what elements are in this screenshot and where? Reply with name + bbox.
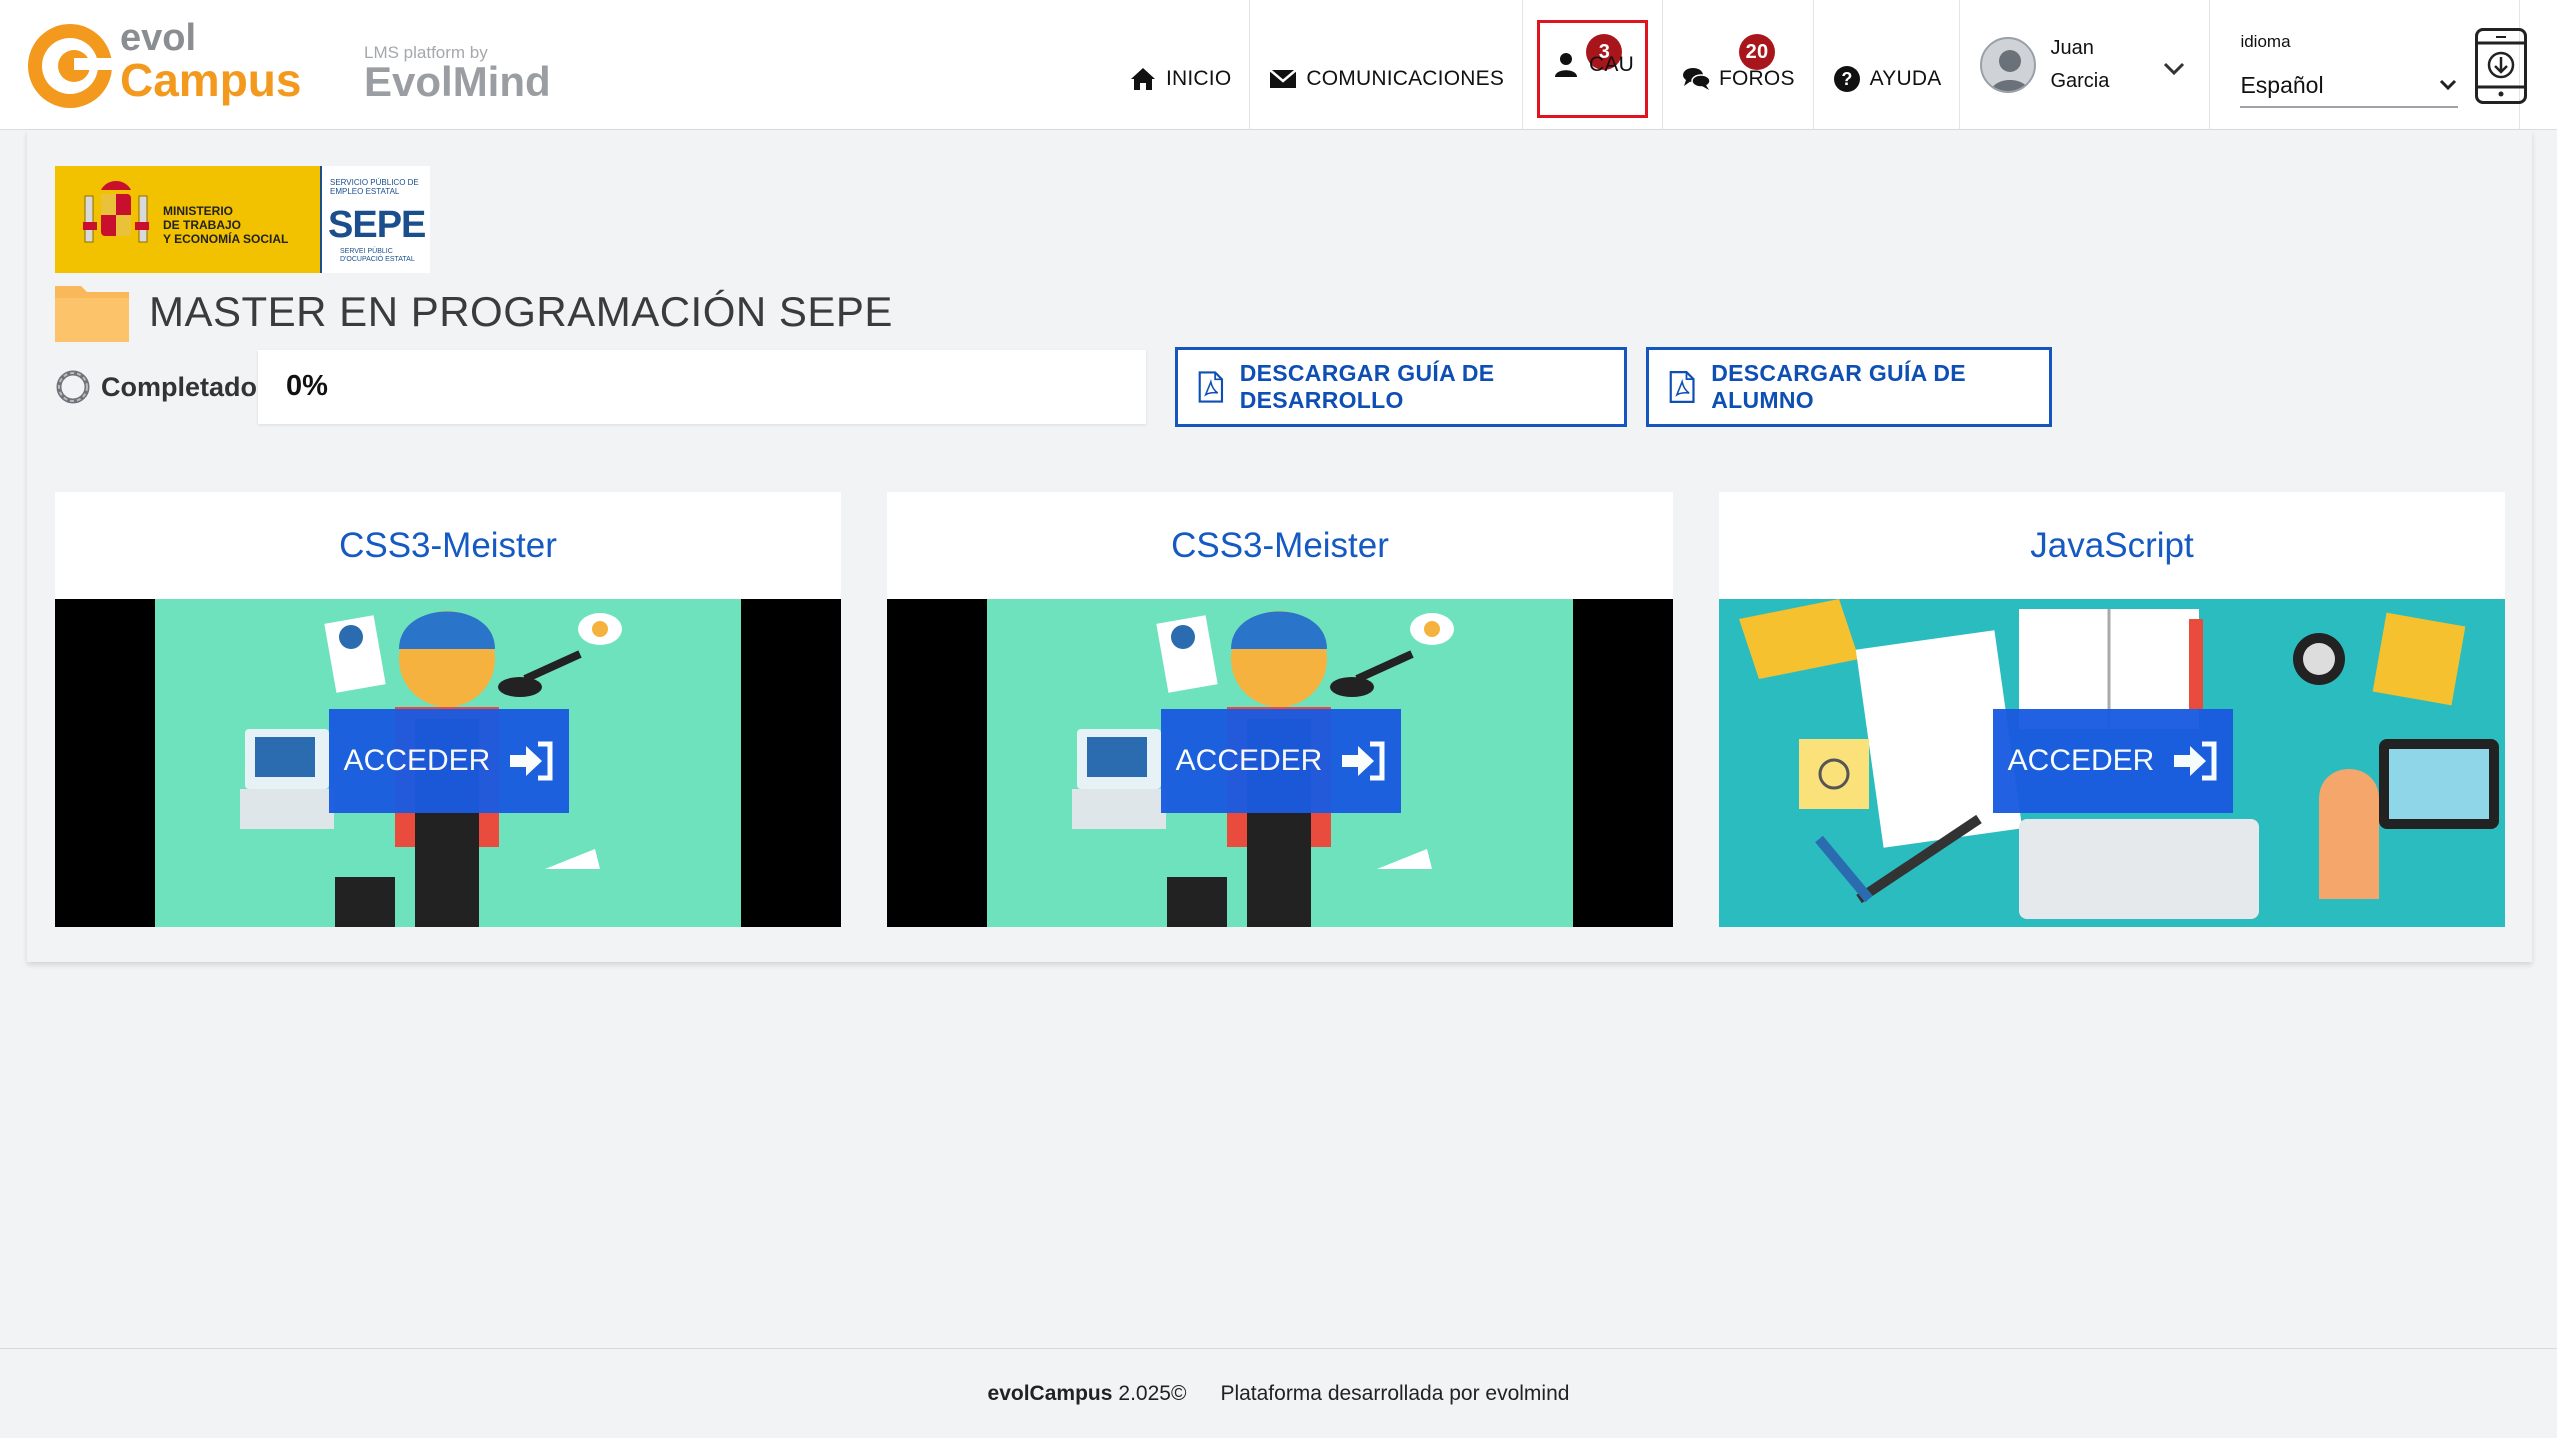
user-last-name: Garcia xyxy=(2050,70,2110,92)
pdf-icon xyxy=(1198,371,1224,403)
footer-version: 2.025© xyxy=(1118,1381,1187,1405)
chat-icon xyxy=(1681,64,1711,94)
user-name: Juan Garcia xyxy=(2050,32,2109,98)
ministerio-line-1: MINISTERIO xyxy=(163,204,234,218)
nav-cau-label: CAU xyxy=(1589,53,1634,76)
pdf-icon xyxy=(1669,371,1695,403)
language-value: Español xyxy=(2240,71,2324,98)
folder-icon xyxy=(55,282,129,342)
course-header: MASTER EN PROGRAMACIÓN SEPE xyxy=(55,280,893,344)
coat-of-arms-icon xyxy=(83,181,149,243)
evolcampus-logo[interactable]: evol Campus LMS platform by EvolMind xyxy=(24,16,584,116)
nav-comunicaciones-label: COMUNICACIONES xyxy=(1306,67,1505,90)
logo-evol-text: evol xyxy=(120,17,196,59)
acceder-button[interactable]: ACCEDER xyxy=(1993,709,2233,813)
sign-in-icon xyxy=(510,741,553,781)
sign-in-icon xyxy=(1342,741,1385,781)
progress-row: Completado 0% xyxy=(55,350,1146,424)
logo-evolmind-text: EvolMind xyxy=(364,58,551,105)
download-student-guide-button[interactable]: DESCARGAR GUÍA DE ALUMNO xyxy=(1646,347,2052,427)
footer-brand: evolCampus xyxy=(987,1381,1113,1405)
acceder-button[interactable]: ACCEDER xyxy=(1161,709,1401,813)
acceder-label: ACCEDER xyxy=(2007,744,2155,777)
user-icon xyxy=(1551,50,1581,80)
chevron-down-icon xyxy=(2440,79,2457,91)
chevron-down-icon[interactable] xyxy=(2163,62,2185,76)
envelope-icon xyxy=(1268,64,1298,94)
module-title[interactable]: JavaScript xyxy=(1719,492,2505,599)
language-selector: idioma Español xyxy=(2210,0,2521,130)
sepe-top-text: SERVICIO PÚBLICO DE EMPLEO ESTATAL xyxy=(330,178,419,196)
help-icon: ? xyxy=(1832,64,1862,94)
module-card: CSS3-Meister ACCEDER xyxy=(887,492,1673,927)
module-image: ACCEDER xyxy=(887,599,1673,927)
language-select[interactable]: Español xyxy=(2240,64,2459,108)
module-title[interactable]: CSS3-Meister xyxy=(55,492,841,599)
download-dev-guide-label: DESCARGAR GUÍA DE DESARROLLO xyxy=(1239,360,1495,413)
footer: evolCampus 2.025© Plataforma desarrollad… xyxy=(0,1348,2557,1438)
nav-comunicaciones[interactable]: 3 COMUNICACIONES xyxy=(1250,0,1623,130)
avatar xyxy=(1980,37,2037,93)
nav-foros[interactable]: 20 FOROS xyxy=(1661,0,1814,130)
progress-ring-icon xyxy=(56,370,90,404)
module-image: ACCEDER xyxy=(1719,599,2505,927)
nav-cau[interactable]: CAU xyxy=(1537,20,1648,118)
sponsor-logo: MINISTERIO DE TRABAJO Y ECONOMÍA SOCIAL … xyxy=(55,166,430,273)
ministerio-line-2: DE TRABAJO xyxy=(163,218,242,232)
module-title[interactable]: CSS3-Meister xyxy=(887,492,1673,599)
ministerio-line-3: Y ECONOMÍA SOCIAL xyxy=(163,232,289,246)
nav-foros-label: FOROS xyxy=(1718,67,1795,90)
download-student-guide-label: DESCARGAR GUÍA DE ALUMNO xyxy=(1711,360,1966,413)
download-icon xyxy=(2478,36,2524,97)
top-header: evol Campus LMS platform by EvolMind INI… xyxy=(0,0,2557,130)
nav-inicio-label: INICIO xyxy=(1166,67,1232,90)
course-title: MASTER EN PROGRAMACIÓN SEPE xyxy=(149,288,893,335)
ministerio-logo: MINISTERIO DE TRABAJO Y ECONOMÍA SOCIAL xyxy=(55,166,320,273)
download-dev-guide-button[interactable]: DESCARGAR GUÍA DE DESARROLLO xyxy=(1175,347,1627,427)
svg-text:?: ? xyxy=(1841,69,1852,89)
acceder-label: ACCEDER xyxy=(1175,744,1323,777)
sign-in-icon xyxy=(2174,741,2217,781)
logo-campus-text: Campus xyxy=(120,54,301,106)
module-card: JavaScript ACCEDER xyxy=(1719,492,2505,927)
app-download-button[interactable] xyxy=(2475,28,2527,104)
nav-ayuda[interactable]: ? AYUDA xyxy=(1814,0,1961,130)
main-nav: INICIO 3 COMUNICACIONES CAU 20 FOROS ? A… xyxy=(1110,0,2521,130)
sepe-logo: SERVICIO PÚBLICO DE EMPLEO ESTATAL SEPE … xyxy=(320,166,430,273)
home-icon xyxy=(1128,64,1158,94)
nav-inicio[interactable]: INICIO xyxy=(1110,0,1251,130)
acceder-label: ACCEDER xyxy=(343,744,491,777)
nav-ayuda-label: AYUDA xyxy=(1869,67,1942,90)
sepe-text: SEPE xyxy=(328,204,426,246)
user-menu[interactable]: Juan Garcia xyxy=(1960,0,2211,130)
sepe-bottom-text: SERVEI PÚBLIC D'OCUPACIÓ ESTATAL xyxy=(340,248,415,263)
completed-label: Completado xyxy=(101,371,258,402)
module-image: ACCEDER xyxy=(55,599,841,927)
user-first-name: Juan xyxy=(2050,37,2094,59)
module-card: CSS3-Meister ACCEDER xyxy=(55,492,841,927)
acceder-button[interactable]: ACCEDER xyxy=(329,709,569,813)
progress-bar: 0% xyxy=(258,350,1146,424)
footer-credit: Plataforma desarrollada por evolmind xyxy=(1220,1381,1570,1405)
progress-text: 0% xyxy=(286,370,328,402)
